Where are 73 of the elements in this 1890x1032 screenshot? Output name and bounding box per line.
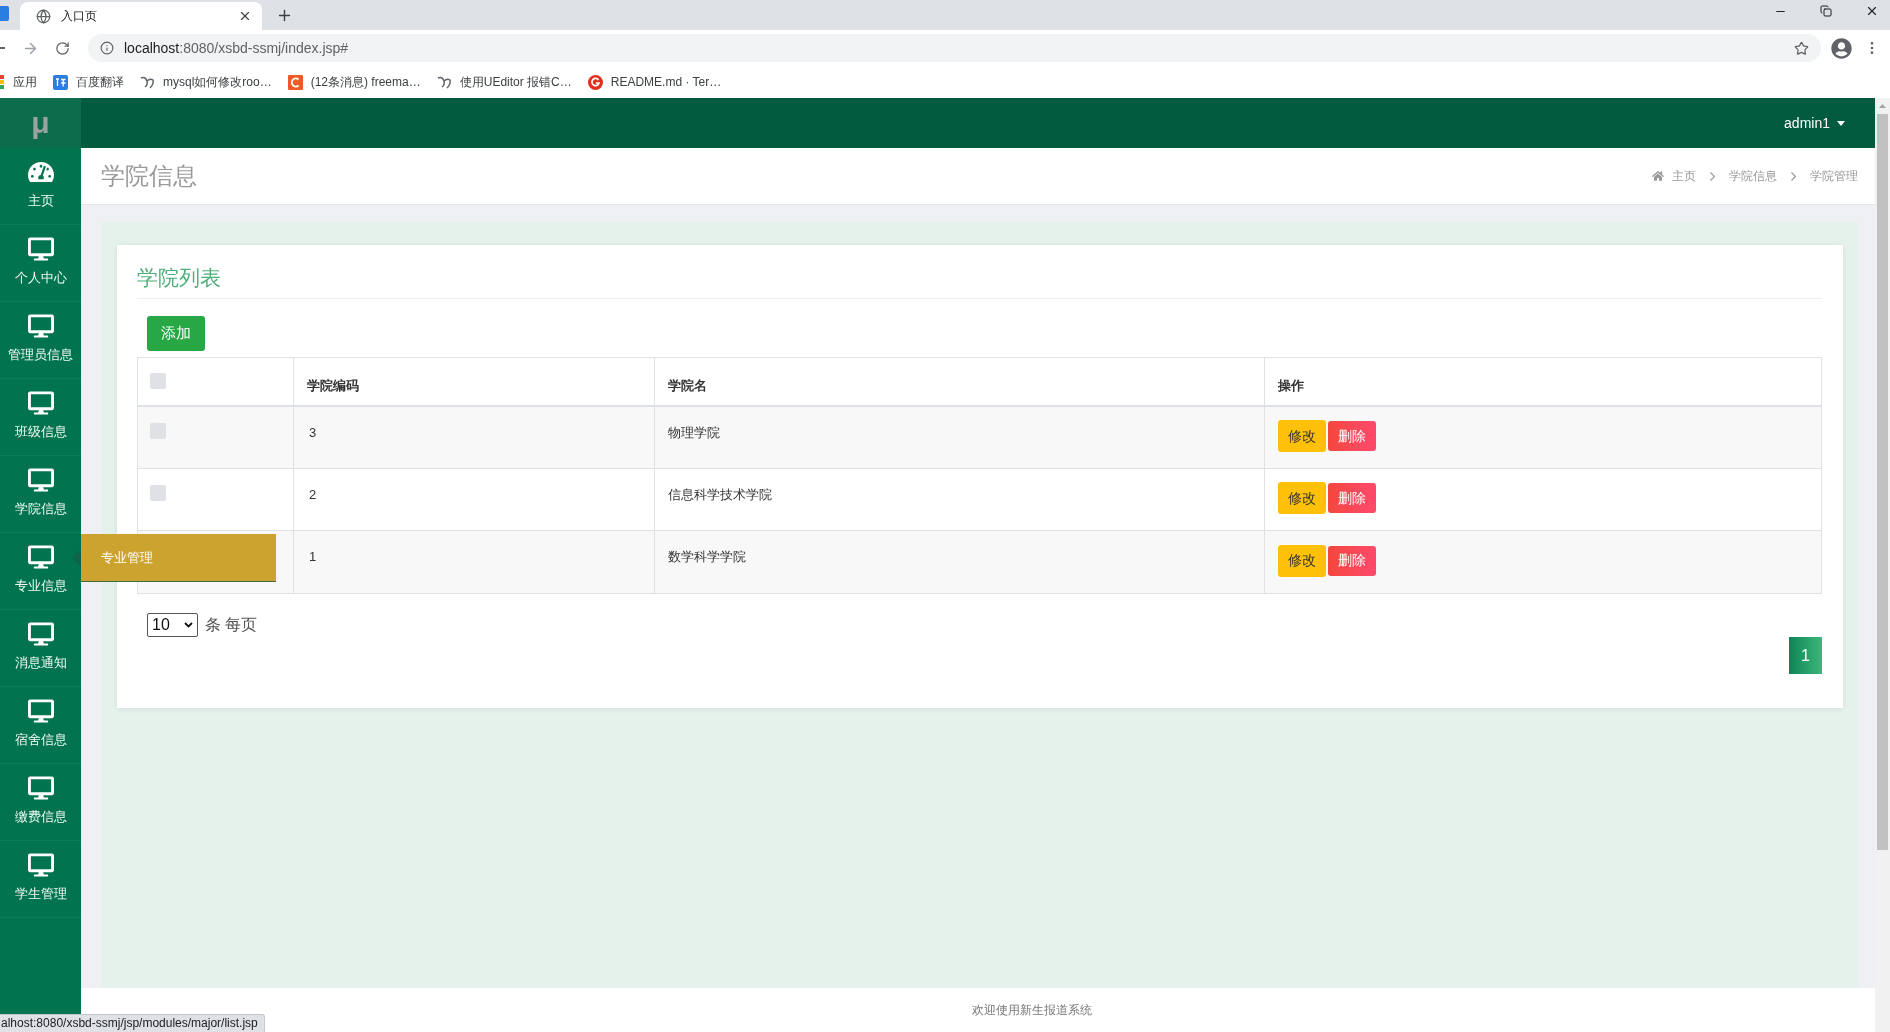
table-cell: 3 [294, 407, 655, 468]
monitor-icon [27, 390, 54, 416]
monitor-icon [27, 775, 54, 801]
edit-button[interactable]: 修改 [1278, 420, 1326, 452]
home-icon [1652, 170, 1664, 182]
favicon-icon [287, 74, 303, 90]
delete-button[interactable]: 删除 [1328, 545, 1376, 576]
monitor-icon [27, 852, 54, 878]
breadcrumb-link[interactable]: 主页 [1652, 167, 1696, 185]
chevron-down-icon [184, 622, 193, 628]
column-header: 操作 [1277, 377, 1305, 395]
card-title: 学院列表 [137, 266, 221, 289]
checkbox[interactable] [150, 373, 166, 389]
bookmark-item[interactable]: 百度翻译 [53, 73, 124, 91]
scrollbar-thumb[interactable] [1877, 114, 1888, 850]
swirl-icon [140, 74, 155, 90]
table-cell: 物理学院 [655, 407, 1265, 468]
bookmark-item[interactable]: 使用UEditor 报错C… [436, 73, 572, 91]
new-tab-icon[interactable] [276, 7, 293, 24]
checkbox[interactable] [150, 485, 166, 501]
favicon-icon [0, 6, 9, 21]
profile-avatar-icon[interactable] [1831, 37, 1852, 59]
close-icon[interactable] [1865, 4, 1879, 18]
user-menu[interactable]: admin1 [1784, 112, 1845, 134]
monitor-icon [27, 236, 54, 262]
monitor-icon [27, 698, 54, 724]
monitor-icon [27, 467, 54, 493]
bookmark-item[interactable]: mysql如何修改roo… [140, 73, 272, 91]
page-title: 学院信息 [101, 161, 197, 191]
table-cell: 2 [294, 469, 655, 530]
chevron-right-icon [1791, 171, 1796, 181]
dashboard-icon [27, 159, 54, 185]
chevron-right-icon [1710, 171, 1715, 181]
table-cell: 数学科学学院 [655, 531, 1265, 593]
breadcrumb-current: 学院管理 [1810, 168, 1858, 185]
favicon-icon [53, 74, 68, 90]
close-icon[interactable] [238, 9, 252, 23]
address-text: localhost:8080/xsbd-ssmj/index.jsp# [124, 38, 349, 58]
browser-tab[interactable]: 入口页 [20, 2, 262, 30]
edit-button[interactable]: 修改 [1278, 482, 1326, 514]
app-logo: μ [31, 108, 50, 138]
caret-down-icon [1837, 120, 1845, 126]
swirl-icon [436, 74, 452, 90]
table-cell: 信息科学技术学院 [655, 469, 1265, 530]
star-icon[interactable] [1794, 40, 1809, 56]
column-header: 学院名 [655, 358, 1265, 405]
reload-icon[interactable] [55, 40, 70, 56]
address-field[interactable]: localhost:8080/xsbd-ssmj/index.jsp# [88, 34, 1821, 62]
checkbox[interactable] [150, 423, 166, 439]
bookmark-item[interactable]: 应用 [0, 73, 37, 91]
column-header: 学院编码 [294, 358, 655, 405]
edit-button[interactable]: 修改 [1278, 544, 1326, 577]
delete-button[interactable]: 删除 [1328, 421, 1376, 451]
bookmark-item[interactable]: (12条消息) freema… [287, 73, 421, 91]
restore-icon[interactable] [1820, 5, 1832, 17]
page-button[interactable]: 1 [1789, 637, 1822, 674]
footer-text: 欢迎使用新生报道系统 [972, 1002, 1092, 1019]
favicon-icon [587, 74, 603, 90]
page-size-label: 条 每页 [205, 615, 258, 635]
bookmark-item[interactable]: README.md · Ter… [587, 73, 722, 91]
table-cell: 1 [294, 531, 655, 593]
info-icon [100, 41, 114, 55]
monitor-icon [27, 544, 54, 570]
status-bar: alhost:8080/xsbd-ssmj/jsp/modules/major/list.jsp [0, 1014, 265, 1032]
add-button[interactable]: 添加 [147, 316, 205, 351]
breadcrumb-link[interactable]: 学院信息 [1729, 167, 1777, 185]
delete-button[interactable]: 删除 [1328, 483, 1376, 513]
pointer-caret-icon [72, 549, 81, 567]
globe-icon [36, 8, 51, 24]
monitor-icon [27, 621, 54, 647]
monitor-icon [27, 313, 54, 339]
apps-grid-icon [0, 75, 5, 89]
page-size-select[interactable]: 10 [147, 613, 198, 637]
